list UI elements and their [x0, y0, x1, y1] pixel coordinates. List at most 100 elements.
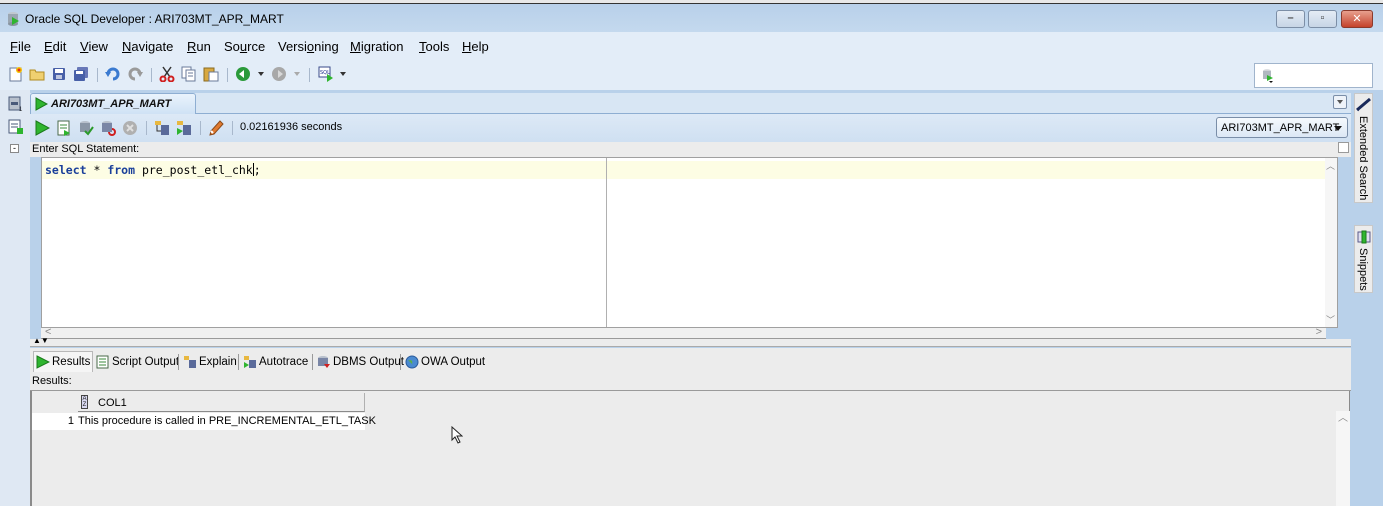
clear-icon[interactable] — [208, 120, 224, 136]
copy-icon[interactable] — [181, 66, 197, 82]
tab-worksheet[interactable]: ARI703MT_APR_MART — [30, 93, 196, 114]
new-worksheet-icon[interactable] — [8, 119, 24, 135]
tab-list-dropdown[interactable] — [1333, 95, 1347, 109]
explain-plan-icon[interactable] — [154, 120, 170, 136]
close-button[interactable]: ✕ — [1341, 10, 1373, 28]
results-label-bar: Results: — [30, 373, 1351, 391]
save-all-icon[interactable] — [73, 66, 89, 82]
mouse-pointer-icon — [451, 426, 463, 444]
menu-run[interactable]: Run — [187, 39, 211, 54]
scroll-up-icon[interactable]: ︿ — [1326, 159, 1335, 172]
tab-dbms-output[interactable]: DBMS Output — [315, 351, 406, 372]
scroll-up-icon[interactable]: ︿ — [1338, 409, 1348, 424]
menu-bar: File Edit View Navigate Run Source Versi… — [0, 32, 1383, 60]
menu-tools[interactable]: Tools — [419, 39, 449, 54]
back-icon[interactable] — [235, 66, 251, 82]
editor-horizontal-scrollbar[interactable]: < > — [41, 326, 1326, 339]
telescope-icon — [1356, 97, 1371, 112]
commit-icon[interactable] — [78, 120, 94, 136]
menu-edit[interactable]: Edit — [44, 39, 66, 54]
close-icon: ✕ — [1352, 13, 1362, 25]
menu-view[interactable]: View — [80, 39, 108, 54]
window-title: Oracle SQL Developer : ARI703MT_APR_MART — [25, 12, 284, 26]
maximize-icon: ▫ — [1320, 12, 1325, 24]
autotrace-icon — [244, 355, 256, 368]
document-tab-row: ARI703MT_APR_MART — [30, 93, 1351, 114]
globe-icon — [405, 355, 419, 368]
cancel-icon[interactable] — [122, 120, 138, 136]
sql-text[interactable]: select * from pre_post_etl_chk; — [45, 163, 261, 177]
snippets-label: Snippets — [1357, 248, 1369, 291]
sort-az-icon[interactable]: AZ — [81, 395, 88, 409]
connection-select[interactable]: ARI703MT_APR_MART — [1216, 117, 1348, 138]
elapsed-time: 0.02161936 seconds — [240, 121, 343, 133]
snippets-icon — [1357, 230, 1371, 244]
scroll-down-icon[interactable]: ﹀ — [1326, 313, 1335, 326]
tab-owa-output[interactable]: OWA Output — [403, 351, 487, 372]
minimize-icon: – — [1287, 12, 1294, 24]
extended-search-label: Extended Search — [1357, 116, 1369, 201]
editor-header: Enter SQL Statement: — [30, 142, 1351, 157]
row-number: 1 — [67, 415, 74, 427]
sql-editor[interactable]: select * from pre_post_etl_chk; ︿ ﹀ — [41, 157, 1338, 328]
scroll-right-icon[interactable]: > — [1316, 326, 1322, 338]
maximize-button[interactable]: ▫ — [1308, 10, 1337, 28]
column-name: COL1 — [98, 397, 127, 409]
open-icon[interactable] — [29, 66, 45, 82]
table-cell[interactable]: This procedure is called in PRE_INCREMEN… — [78, 415, 376, 427]
extended-search-panel-tab[interactable]: Extended Search — [1354, 93, 1373, 203]
tab-label: ARI703MT_APR_MART — [51, 98, 172, 110]
database-search-icon — [1263, 69, 1273, 83]
worksheet-toolbar — [30, 114, 1351, 142]
rollback-icon[interactable] — [100, 120, 116, 136]
menu-navigate[interactable]: Navigate — [122, 39, 173, 54]
connection-value: ARI703MT_APR_MART — [1221, 122, 1340, 134]
paste-icon[interactable] — [203, 66, 219, 82]
panel-splitter[interactable]: ▲▼ — [30, 337, 1351, 347]
search-input[interactable] — [1254, 63, 1373, 88]
title-bar: Oracle SQL Developer : ARI703MT_APR_MART… — [0, 4, 1383, 32]
menu-migration[interactable]: Migration — [350, 39, 403, 54]
editor-margin-line — [606, 158, 607, 327]
snippets-panel-tab[interactable]: Snippets — [1354, 225, 1373, 293]
results-label: Results: — [32, 375, 72, 387]
menu-versioning[interactable]: Versioning — [278, 39, 339, 54]
menu-file[interactable]: File — [10, 39, 31, 54]
output-tabs: Results Script Output Explain Autotrace … — [30, 348, 1351, 373]
run-script-icon[interactable] — [56, 120, 72, 136]
save-icon[interactable] — [51, 66, 67, 82]
forward-dropdown-icon[interactable] — [294, 72, 300, 76]
table-row[interactable]: 1 This procedure is called in PRE_INCREM… — [32, 413, 376, 430]
collapse-toggle[interactable]: - — [10, 144, 19, 153]
sql-worksheet-icon[interactable]: SQL — [318, 66, 334, 82]
redo-icon[interactable] — [127, 66, 143, 82]
minimize-button[interactable]: – — [1276, 10, 1305, 28]
editor-vertical-scrollbar[interactable]: ︿ ﹀ — [1325, 158, 1337, 327]
script-icon — [96, 355, 109, 368]
undo-icon[interactable] — [105, 66, 121, 82]
tab-explain[interactable]: Explain — [181, 351, 239, 372]
tab-autotrace[interactable]: Autotrace — [241, 351, 310, 372]
sql-worksheet-dropdown-icon[interactable] — [340, 72, 346, 76]
column-header-col1[interactable]: AZ COL1 — [78, 393, 365, 412]
menu-source[interactable]: Source — [224, 39, 265, 54]
connections-icon[interactable]: 1 — [8, 96, 24, 112]
chevron-down-icon — [1337, 100, 1343, 104]
results-vertical-scrollbar[interactable]: ︿ — [1336, 411, 1350, 506]
chevron-down-icon — [1334, 126, 1342, 131]
explain-icon — [184, 355, 196, 368]
run-statement-icon[interactable] — [34, 120, 50, 136]
tab-script-output[interactable]: Script Output — [94, 351, 181, 372]
menu-help[interactable]: Help — [462, 39, 489, 54]
new-icon[interactable] — [8, 66, 24, 82]
autotrace-icon[interactable] — [176, 120, 192, 136]
back-dropdown-icon[interactable] — [258, 72, 264, 76]
cut-icon[interactable] — [159, 66, 175, 82]
results-grid: AZ COL1 1 This procedure is called in PR… — [30, 391, 1350, 506]
splitter-arrows-icon[interactable]: ▲▼ — [33, 337, 49, 345]
sql-developer-app-icon — [8, 12, 19, 26]
maximize-editor-checkbox[interactable] — [1338, 142, 1349, 153]
forward-icon[interactable] — [271, 66, 287, 82]
tab-results[interactable]: Results — [33, 351, 94, 372]
dbms-output-icon — [318, 355, 330, 368]
